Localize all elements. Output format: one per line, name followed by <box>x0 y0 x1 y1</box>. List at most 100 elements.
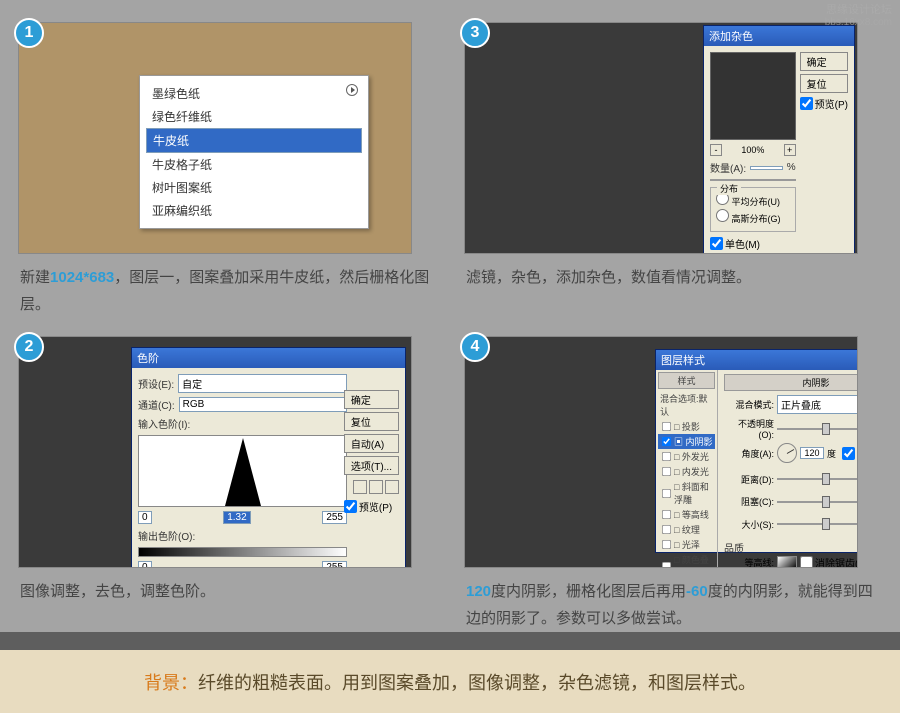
noise-ok[interactable]: 确定 <box>800 52 848 71</box>
ls-item-color[interactable]: □ 颜色叠加 <box>658 552 715 568</box>
footer-body: 纤维的粗糙表面。用到图案叠加，图像调整，杂色滤镜，和图层样式。 <box>198 673 756 693</box>
size-lbl: 大小(S): <box>724 518 774 531</box>
mono-check[interactable]: 单色(M) <box>710 236 796 251</box>
choke-slider[interactable] <box>777 501 858 503</box>
ls-item-drop[interactable]: □ 投影 <box>658 419 715 434</box>
levels-opts[interactable]: 选项(T)... <box>344 456 399 475</box>
noise-cancel[interactable]: 复位 <box>800 74 848 93</box>
step-4-thumb: 图层样式 样式 混合选项:默认 □ 投影 ▣ 内阴影 □ 外发光 □ 内发光 □… <box>464 336 858 568</box>
layerstyle-dialog: 图层样式 样式 混合选项:默认 □ 投影 ▣ 内阴影 □ 外发光 □ 内发光 □… <box>655 349 858 553</box>
eyedrop-black-icon[interactable] <box>353 480 367 494</box>
badge-4: 4 <box>460 332 490 362</box>
dist-slider[interactable] <box>777 478 858 480</box>
in-gamma[interactable]: 1.32 <box>223 511 250 524</box>
input-lbl: 输入色阶(I): <box>138 416 347 431</box>
ls-item-inner[interactable]: ▣ 内阴影 <box>658 434 715 449</box>
noise-preview <box>710 52 796 140</box>
eyedroppers <box>344 480 399 494</box>
ls-settings: 内阴影 混合模式:正片叠底 不透明度(O):75% 角度(A):120度使用全局… <box>718 370 858 568</box>
step-2-cell: 2 色阶 预设(E):自定 通道(C):RGB 输入色阶(I): 0 1.32 … <box>18 336 436 632</box>
output-gradient[interactable] <box>138 547 347 557</box>
global-chk[interactable]: 使用全局光 <box>842 446 858 461</box>
levels-auto[interactable]: 自动(A) <box>344 434 399 453</box>
opac-slider[interactable] <box>777 428 858 430</box>
noise-preview-chk[interactable]: 预览(P) <box>800 96 848 111</box>
addnoise-dialog: 添加杂色 - 100% + 数量(A): % <box>703 25 855 254</box>
zoom-pct: 100% <box>741 145 764 155</box>
contour-swatch[interactable] <box>777 556 797 569</box>
ls-title: 图层样式 <box>656 350 858 370</box>
step-4-caption: 120度内阴影，栅格化图层后再用-60度的内阴影，就能得到四边的阴影了。参数可以… <box>464 578 882 632</box>
step-1-caption: 新建1024*683，图层一，图案叠加采用牛皮纸，然后栅格化图层。 <box>18 264 436 318</box>
dist-legend: 分布 <box>717 182 741 195</box>
chan-select[interactable]: RGB <box>179 397 347 412</box>
pattern-opt-2[interactable]: 牛皮纸 <box>146 128 362 153</box>
tutorial-container: 1 墨绿色纸 绿色纤维纸 牛皮纸 牛皮格子纸 树叶图案纸 亚麻编织纸 新建102… <box>0 0 900 632</box>
amount-slider[interactable] <box>710 179 796 181</box>
levels-btns: 确定 复位 自动(A) 选项(T)... 预览(P) <box>344 390 399 514</box>
size-slider[interactable] <box>777 523 858 525</box>
out-white[interactable]: 255 <box>322 561 347 568</box>
flyout-icon[interactable] <box>346 84 358 96</box>
cap1a: 新建 <box>20 269 50 286</box>
histogram <box>138 435 347 507</box>
ls-item-og[interactable]: □ 外发光 <box>658 449 715 464</box>
ls-item-blend[interactable]: 混合选项:默认 <box>658 391 715 419</box>
step-3-cell: 3 添加杂色 - 100% + 数量(A): <box>464 22 882 318</box>
amount-row: 数量(A): % <box>710 160 796 175</box>
ls-item-satin[interactable]: □ 光泽 <box>658 537 715 552</box>
step-3-caption: 滤镜，杂色，添加杂色，数值看情况调整。 <box>464 264 882 291</box>
badge-1: 1 <box>14 18 44 48</box>
cap4a: 120 <box>466 583 491 600</box>
blend-sel[interactable]: 正片叠底 <box>777 395 858 414</box>
badge-2: 2 <box>14 332 44 362</box>
step-1-thumb: 墨绿色纸 绿色纤维纸 牛皮纸 牛皮格子纸 树叶图案纸 亚麻编织纸 <box>18 22 412 254</box>
cap1dim: 1024*683 <box>50 269 114 286</box>
amount-unit: % <box>787 162 796 173</box>
steps-grid: 1 墨绿色纸 绿色纤维纸 牛皮纸 牛皮格子纸 树叶图案纸 亚麻编织纸 新建102… <box>18 22 882 632</box>
histogram-shape <box>225 438 261 506</box>
ls-stylelist: 样式 混合选项:默认 □ 投影 ▣ 内阴影 □ 外发光 □ 内发光 □ 斜面和浮… <box>656 370 718 568</box>
zoom-in-icon[interactable]: + <box>784 144 796 156</box>
output-vals: 0 255 <box>138 561 347 568</box>
pattern-opt-5[interactable]: 亚麻编织纸 <box>146 199 362 222</box>
footer-bar: 背景：纤维的粗糙表面。用到图案叠加，图像调整，杂色滤镜，和图层样式。 <box>0 650 900 713</box>
angle-val[interactable]: 120 <box>800 447 824 459</box>
levels-preview-chk[interactable]: 预览(P) <box>344 499 399 514</box>
watermark-line1: 思缘设计论坛 <box>825 4 892 17</box>
ls-item-bevel[interactable]: □ 斜面和浮雕 <box>658 479 715 507</box>
levels-ok[interactable]: 确定 <box>344 390 399 409</box>
eyedrop-white-icon[interactable] <box>385 480 399 494</box>
ls-item-tex[interactable]: □ 纹理 <box>658 522 715 537</box>
footer-text: 背景：纤维的粗糙表面。用到图案叠加，图像调整，杂色滤镜，和图层样式。 <box>144 669 756 695</box>
in-black[interactable]: 0 <box>138 511 152 524</box>
amount-input[interactable] <box>750 166 783 170</box>
out-black[interactable]: 0 <box>138 561 152 568</box>
pattern-opt-3[interactable]: 牛皮格子纸 <box>146 153 362 176</box>
cap4c: -60 <box>686 583 708 600</box>
zoom-out-icon[interactable]: - <box>710 144 722 156</box>
preset-select[interactable]: 自定 <box>178 374 347 393</box>
ls-left-hd: 样式 <box>658 372 715 389</box>
ls-item-cont[interactable]: □ 等高线 <box>658 507 715 522</box>
step-1-cell: 1 墨绿色纸 绿色纤维纸 牛皮纸 牛皮格子纸 树叶图案纸 亚麻编织纸 新建102… <box>18 22 436 318</box>
qual-hd: 品质 <box>724 540 858 555</box>
eyedrop-gray-icon[interactable] <box>369 480 383 494</box>
pattern-opt-4[interactable]: 树叶图案纸 <box>146 176 362 199</box>
step-2-caption: 图像调整，去色，调整色阶。 <box>18 578 436 605</box>
levels-cancel[interactable]: 复位 <box>344 412 399 431</box>
step-3-thumb: 添加杂色 - 100% + 数量(A): % <box>464 22 858 254</box>
pattern-opt-0[interactable]: 墨绿色纸 <box>146 82 362 105</box>
pattern-dropdown[interactable]: 墨绿色纸 绿色纤维纸 牛皮纸 牛皮格子纸 树叶图案纸 亚麻编织纸 <box>139 75 369 229</box>
levels-dialog: 色阶 预设(E):自定 通道(C):RGB 输入色阶(I): 0 1.32 25… <box>131 347 406 568</box>
anti-chk[interactable]: 消除锯齿(L) <box>800 555 858 568</box>
dist-lbl: 距离(D): <box>724 473 774 486</box>
pattern-opt-1[interactable]: 绿色纤维纸 <box>146 105 362 128</box>
ls-item-ig[interactable]: □ 内发光 <box>658 464 715 479</box>
badge-3: 3 <box>460 18 490 48</box>
amount-lbl: 数量(A): <box>710 160 746 175</box>
preset-lbl: 预设(E): <box>138 376 174 391</box>
step-4-cell: 4 图层样式 样式 混合选项:默认 □ 投影 ▣ 内阴影 □ 外发光 □ 内发光… <box>464 336 882 632</box>
dist-gauss[interactable]: 高斯分布(G) <box>716 209 790 225</box>
angle-dial[interactable] <box>777 443 797 463</box>
